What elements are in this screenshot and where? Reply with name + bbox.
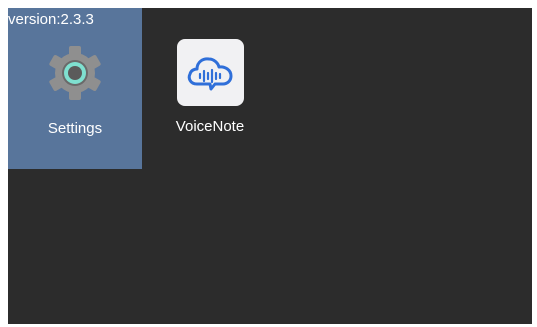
cloud-waveform-icon <box>176 39 244 106</box>
app-label-voicenote: VoiceNote <box>175 118 245 135</box>
version-label: version:2.3.3 <box>8 11 94 28</box>
app-voicenote[interactable]: VoiceNote <box>155 38 265 136</box>
app-settings[interactable]: Settings <box>20 38 130 138</box>
app-label-settings: Settings <box>47 120 103 137</box>
gear-icon <box>40 38 110 108</box>
launcher-screen: version:2.3.3 Settings VoiceNote <box>8 8 532 324</box>
